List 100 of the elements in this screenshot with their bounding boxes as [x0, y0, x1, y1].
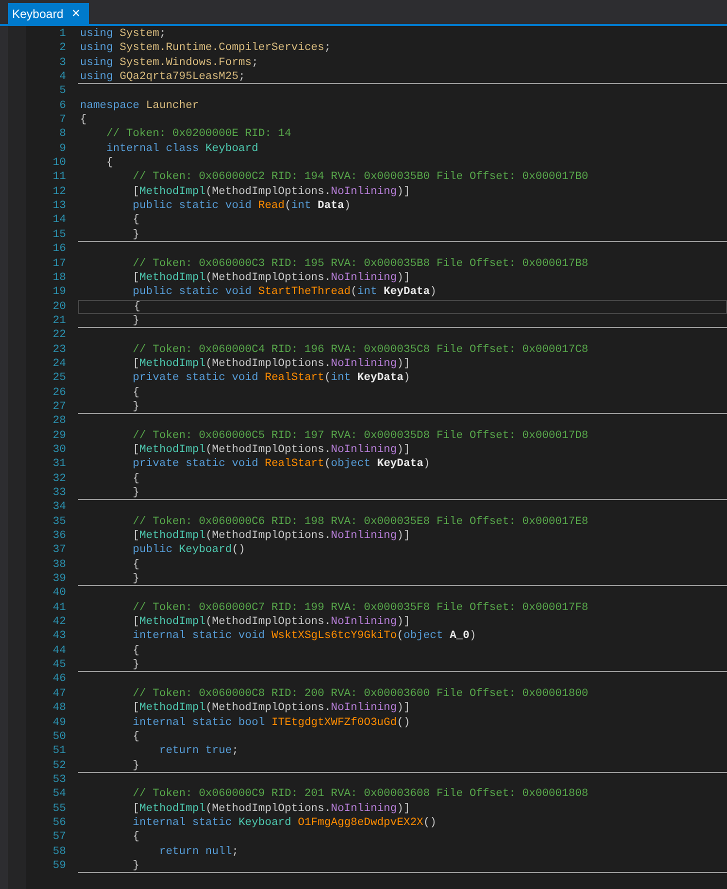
- line-number: 14: [52, 213, 66, 228]
- code-line: // Token: 0x060000C2 RID: 194 RVA: 0x000035B0 File Offset: 0x000017B0: [132, 170, 588, 185]
- code-line: [MethodImpl(MethodImplOptions.NoInlining)]: [132, 802, 410, 816]
- code-line: private static void RealStart(object KeyData): [132, 457, 430, 472]
- code-line: // Token: 0x0200000E RID: 14: [105, 127, 292, 142]
- line-number: 16: [52, 242, 66, 256]
- code-line: [MethodImpl(MethodImplOptions.NoInlining)]: [132, 442, 410, 458]
- code-line: // Token: 0x060000C3 RID: 195 RVA: 0x000035B8 File Offset: 0x000017B8: [132, 256, 588, 271]
- line-number: 45: [52, 658, 66, 672]
- code-line: [MethodImpl(MethodImplOptions.NoInlining)]: [132, 356, 410, 372]
- line-number: 20: [52, 300, 66, 314]
- code-line: internal static bool ITEtgdgtXWFZf0O3uGd(): [132, 716, 410, 730]
- code-line: // Token: 0x060000C7 RID: 199 RVA: 0x000035F8 File Offset: 0x000017F8: [132, 600, 588, 616]
- code-line: public static void Read(int Data): [132, 199, 351, 214]
- line-number: 9: [58, 142, 66, 156]
- code-line: [MethodImpl(MethodImplOptions.NoInlining)]: [132, 529, 410, 544]
- code-line: }: [132, 858, 140, 874]
- line-number: 40: [52, 586, 66, 601]
- line-number: 11: [52, 170, 66, 185]
- line-number: 21: [52, 314, 66, 328]
- line-number: 48: [52, 701, 66, 716]
- code-line: [MethodImpl(MethodImplOptions.NoInlining)]: [132, 701, 410, 716]
- editor-tab[interactable]: Keyboard ✕: [8, 3, 89, 24]
- line-number: 5: [58, 84, 66, 99]
- code-line: internal class Keyboard: [105, 142, 258, 156]
- line-number: 51: [52, 744, 66, 759]
- line-number: 7: [58, 113, 66, 128]
- code-line: [MethodImpl(MethodImplOptions.NoInlining)]: [132, 270, 410, 286]
- line-number: 34: [52, 500, 66, 515]
- code-line: private static void RealStart(int KeyData): [132, 371, 410, 386]
- line-number: 41: [52, 600, 66, 616]
- line-number: 31: [52, 457, 66, 472]
- code-line: {: [80, 113, 87, 128]
- code-line: {: [132, 213, 140, 228]
- code-line: // Token: 0x060000C9 RID: 201 RVA: 0x00003608 File Offset: 0x00001808: [132, 787, 588, 802]
- line-number: 15: [52, 228, 66, 242]
- line-number: 56: [52, 816, 66, 830]
- code-line: }: [132, 228, 140, 242]
- line-number: 10: [52, 156, 66, 170]
- line-number: 57: [52, 830, 66, 845]
- close-button[interactable]: ✕: [69, 7, 83, 20]
- code-line: using System.Windows.Forms;: [80, 56, 258, 70]
- line-number: 23: [52, 342, 66, 357]
- line-number: 22: [52, 328, 66, 343]
- line-number: 43: [52, 629, 66, 644]
- line-number: 18: [52, 270, 66, 286]
- code-line: namespace Launcher: [80, 98, 199, 114]
- code-line: // Token: 0x060000C8 RID: 200 RVA: 0x00003600 File Offset: 0x00001800: [132, 686, 588, 702]
- line-number: 28: [52, 414, 66, 429]
- code-line: [MethodImpl(MethodImplOptions.NoInlining)]: [132, 184, 410, 200]
- line-number: 32: [52, 472, 66, 486]
- code-line: public static void StartTheThread(int KeyData): [132, 285, 436, 300]
- code-line: {: [132, 830, 140, 845]
- code-line: // Token: 0x060000C5 RID: 197 RVA: 0x000035D8 File Offset: 0x000017D8: [132, 428, 588, 443]
- code-line: }: [132, 486, 140, 500]
- line-number: 19: [52, 285, 66, 300]
- line-number: 37: [52, 543, 66, 558]
- line-number: 44: [52, 644, 66, 658]
- code-line: {: [132, 300, 140, 314]
- code-line: {: [132, 558, 140, 572]
- code-line: {: [105, 156, 114, 170]
- line-number: 6: [58, 98, 66, 114]
- line-number: 2: [58, 41, 66, 56]
- line-number: 58: [52, 844, 66, 859]
- line-number: 39: [52, 572, 66, 586]
- line-number: 30: [52, 442, 66, 458]
- line-number: 25: [52, 371, 66, 386]
- code-line: {: [132, 644, 140, 658]
- code-line: }: [132, 758, 140, 773]
- code-line: using System.Runtime.CompilerServices;: [80, 41, 331, 56]
- line-number: 54: [52, 787, 66, 802]
- code-line: }: [132, 658, 140, 672]
- code-line: }: [132, 572, 140, 586]
- line-number: 42: [52, 615, 66, 630]
- line-number: 12: [52, 184, 66, 200]
- line-number: 47: [52, 686, 66, 702]
- line-number: 3: [58, 56, 66, 70]
- code-line: {: [132, 730, 140, 744]
- line-number: 24: [52, 356, 66, 372]
- code-line: {: [132, 472, 140, 486]
- code-line: {: [132, 386, 140, 400]
- line-number: 53: [52, 772, 66, 788]
- line-number: 33: [52, 486, 66, 500]
- line-number: 36: [52, 529, 66, 544]
- code-line: using GQa2qrta795LeasM25;: [80, 70, 246, 84]
- line-number: 26: [52, 386, 66, 400]
- line-number: 55: [52, 802, 66, 816]
- code-line: return true;: [158, 744, 238, 759]
- code-line: internal static void WsktXSgLs6tcY9GkiTo(object A_0): [132, 629, 476, 644]
- code-line: // Token: 0x060000C4 RID: 196 RVA: 0x000035C8 File Offset: 0x000017C8: [132, 342, 588, 357]
- line-number: 4: [58, 70, 66, 84]
- line-number: 50: [52, 730, 66, 744]
- code-line: return null;: [158, 844, 238, 859]
- code-line: public Keyboard(): [132, 543, 246, 558]
- code-line: internal static Keyboard O1FmgAgg8eDwdpvEX2X(): [132, 816, 436, 830]
- line-number: 1: [58, 27, 66, 42]
- line-number: 49: [52, 716, 66, 730]
- code-line: [MethodImpl(MethodImplOptions.NoInlining)]: [132, 615, 410, 630]
- line-number: 27: [52, 400, 66, 414]
- line-number: 35: [52, 514, 66, 530]
